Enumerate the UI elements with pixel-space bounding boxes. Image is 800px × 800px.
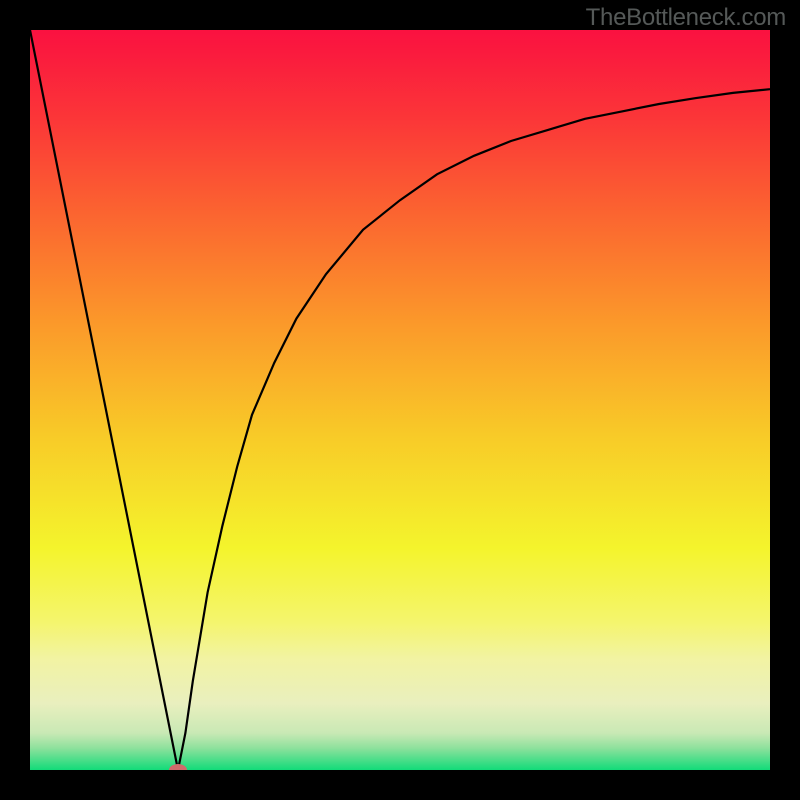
optimal-point-marker	[169, 764, 187, 770]
plot-area	[30, 30, 770, 770]
curve-path	[30, 30, 770, 770]
chart-frame: TheBottleneck.com	[0, 0, 800, 800]
watermark-text: TheBottleneck.com	[586, 4, 786, 32]
bottleneck-curve	[30, 30, 770, 770]
